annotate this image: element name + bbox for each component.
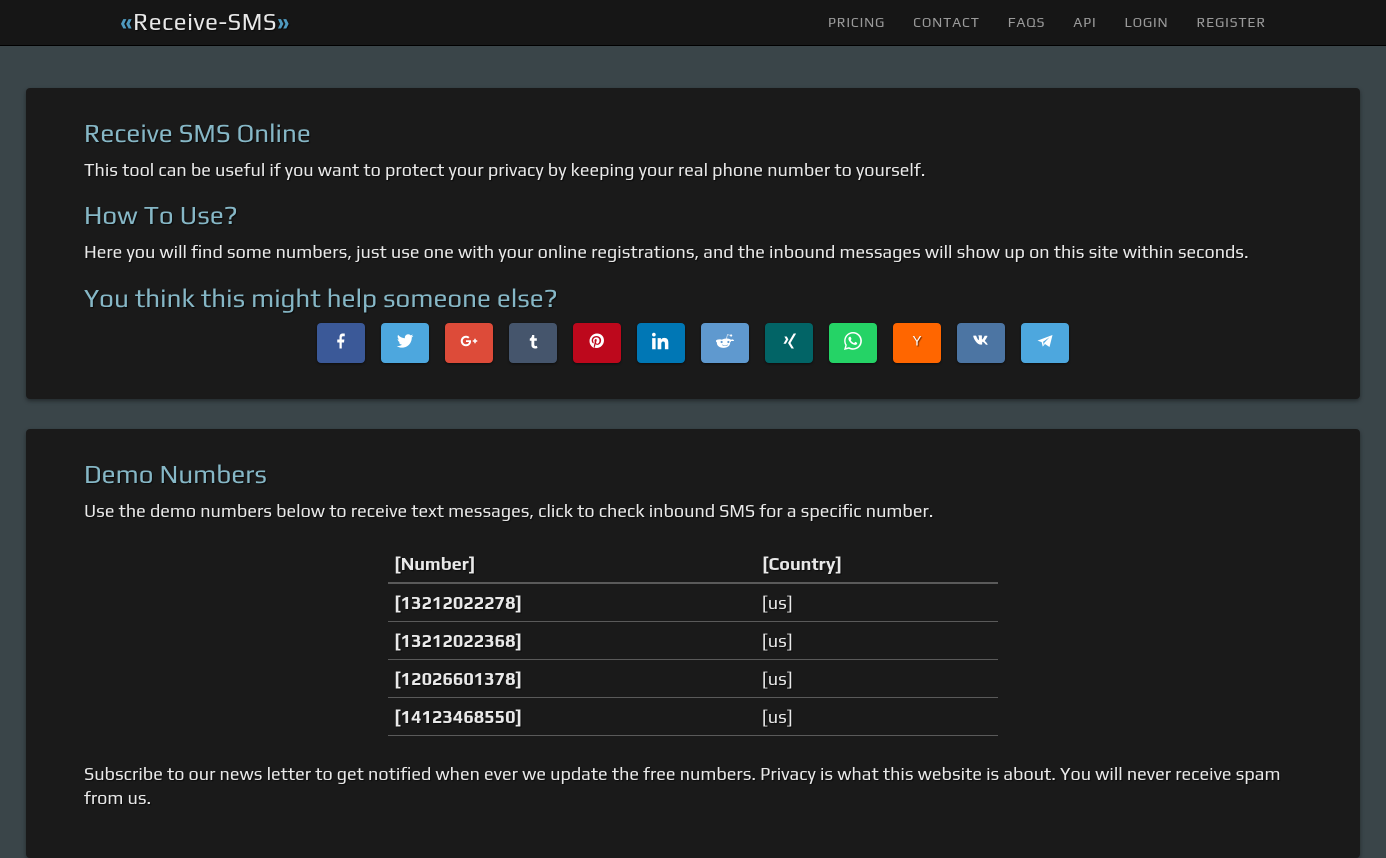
heading-share: You think this might help someone else? — [84, 283, 1302, 313]
country-cell: [us] — [756, 583, 998, 622]
nav-contact[interactable]: CONTACT — [913, 15, 980, 31]
col-number: [Number] — [388, 545, 756, 583]
nav-login[interactable]: LOGIN — [1125, 15, 1169, 31]
share-twitter[interactable] — [381, 323, 429, 363]
share-vk[interactable] — [957, 323, 1005, 363]
site-logo[interactable]: « Receive-SMS » — [120, 9, 290, 36]
share-linkedin[interactable] — [637, 323, 685, 363]
country-cell: [us] — [756, 697, 998, 735]
demo-footer-paragraph: Subscribe to our news letter to get noti… — [84, 762, 1302, 811]
svg-text:Y: Y — [912, 333, 921, 348]
table-row: [13212022278] [us] — [388, 583, 998, 622]
pinterest-icon — [588, 332, 606, 354]
telegram-icon — [1036, 332, 1054, 354]
share-hackernews[interactable]: Y — [893, 323, 941, 363]
number-cell[interactable]: [12026601378] — [388, 659, 756, 697]
share-reddit[interactable] — [701, 323, 749, 363]
number-cell[interactable]: [13212022278] — [388, 583, 756, 622]
table-row: [12026601378] [us] — [388, 659, 998, 697]
main-nav: PRICING CONTACT FAQS API LOGIN REGISTER — [828, 15, 1266, 31]
table-row: [13212022368] [us] — [388, 621, 998, 659]
reddit-icon — [716, 332, 734, 354]
logo-text: Receive-SMS — [133, 9, 277, 36]
share-googleplus[interactable] — [445, 323, 493, 363]
twitter-icon — [396, 332, 414, 354]
heading-receive-sms: Receive SMS Online — [84, 118, 1302, 148]
country-cell: [us] — [756, 621, 998, 659]
number-cell[interactable]: [14123468550] — [388, 697, 756, 735]
topbar: « Receive-SMS » PRICING CONTACT FAQS API… — [0, 0, 1386, 46]
demo-numbers-table: [Number] [Country] [13212022278] [us] [1… — [388, 545, 998, 736]
hackernews-icon: Y — [908, 332, 926, 354]
nav-pricing[interactable]: PRICING — [828, 15, 885, 31]
demo-panel: Demo Numbers Use the demo numbers below … — [26, 429, 1360, 858]
share-tumblr[interactable] — [509, 323, 557, 363]
share-xing[interactable] — [765, 323, 813, 363]
country-cell: [us] — [756, 659, 998, 697]
share-whatsapp[interactable] — [829, 323, 877, 363]
share-telegram[interactable] — [1021, 323, 1069, 363]
share-facebook[interactable] — [317, 323, 365, 363]
heading-demo-numbers: Demo Numbers — [84, 459, 1302, 489]
linkedin-icon — [652, 332, 670, 354]
vk-icon — [972, 332, 990, 354]
googleplus-icon — [460, 332, 478, 354]
nav-faqs[interactable]: FAQS — [1008, 15, 1046, 31]
logo-quote-open: « — [120, 9, 133, 36]
table-row: [14123468550] [us] — [388, 697, 998, 735]
nav-api[interactable]: API — [1073, 15, 1096, 31]
number-cell[interactable]: [13212022368] — [388, 621, 756, 659]
xing-icon — [780, 332, 798, 354]
tumblr-icon — [524, 332, 542, 354]
whatsapp-icon — [844, 332, 862, 354]
share-row: Y — [84, 323, 1302, 363]
nav-register[interactable]: REGISTER — [1196, 15, 1266, 31]
logo-quote-close: » — [277, 9, 290, 36]
intro-paragraph-1: This tool can be useful if you want to p… — [84, 158, 1302, 182]
facebook-icon — [332, 332, 350, 354]
intro-paragraph-2: Here you will find some numbers, just us… — [84, 240, 1302, 264]
share-pinterest[interactable] — [573, 323, 621, 363]
heading-how-to-use: How To Use? — [84, 200, 1302, 230]
col-country: [Country] — [756, 545, 998, 583]
intro-panel: Receive SMS Online This tool can be usef… — [26, 88, 1360, 399]
demo-intro-paragraph: Use the demo numbers below to receive te… — [84, 499, 1302, 523]
